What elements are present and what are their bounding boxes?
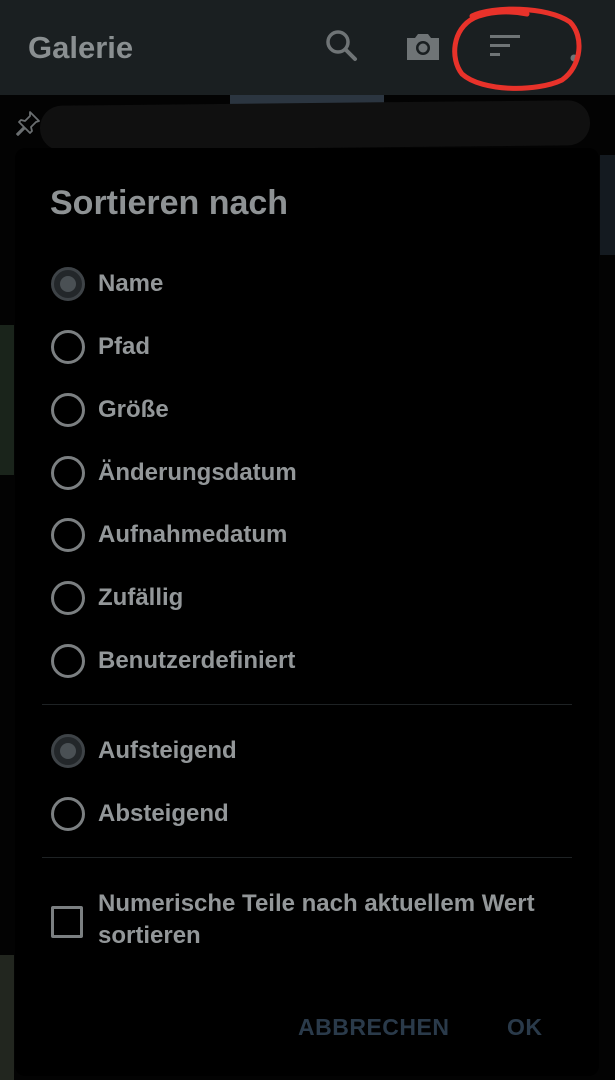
option-label: Aufsteigend xyxy=(98,737,237,764)
option-label: Zufällig xyxy=(98,584,184,611)
thumbnail xyxy=(600,155,615,255)
radio-button[interactable] xyxy=(51,797,85,831)
thumbnail xyxy=(0,955,14,1080)
order-option-descending[interactable]: Absteigend xyxy=(51,794,571,834)
radio-button[interactable] xyxy=(51,393,85,427)
app-title: Galerie xyxy=(28,30,134,65)
sort-option-custom[interactable]: Benutzerdefiniert xyxy=(51,641,571,681)
dialog-title: Sortieren nach xyxy=(50,184,289,222)
option-label: Name xyxy=(98,270,164,297)
divider xyxy=(42,857,572,858)
radio-button[interactable] xyxy=(51,644,85,678)
radio-button[interactable] xyxy=(51,734,85,768)
option-label: Aufnahmedatum xyxy=(98,521,288,548)
more-vert-icon[interactable] xyxy=(566,26,582,66)
ok-button[interactable]: OK xyxy=(507,1014,543,1041)
radio-button[interactable] xyxy=(51,330,85,364)
radio-button[interactable] xyxy=(51,518,85,552)
option-label: Benutzerdefiniert xyxy=(98,647,296,674)
sort-option-modified-date[interactable]: Änderungsdatum xyxy=(51,453,571,493)
option-label: Änderungsdatum xyxy=(98,459,297,486)
sort-option-path[interactable]: Pfad xyxy=(51,327,571,367)
sort-option-size[interactable]: Größe xyxy=(51,390,571,430)
radio-button[interactable] xyxy=(51,456,85,490)
option-label: Größe xyxy=(98,396,169,423)
option-label: Absteigend xyxy=(98,800,229,827)
radio-button[interactable] xyxy=(51,581,85,615)
redaction-scribble xyxy=(39,100,591,151)
sort-option-random[interactable]: Zufällig xyxy=(51,578,571,618)
sort-icon[interactable] xyxy=(486,26,526,66)
cancel-button[interactable]: ABBRECHEN xyxy=(298,1014,449,1041)
order-option-ascending[interactable]: Aufsteigend xyxy=(51,731,571,771)
sort-option-name[interactable]: Name xyxy=(51,264,571,304)
sort-option-taken-date[interactable]: Aufnahmedatum xyxy=(51,515,571,555)
search-icon[interactable] xyxy=(322,26,362,66)
numeric-sort-option[interactable]: Numerische Teile nach aktuellem Wert sor… xyxy=(51,888,581,952)
checkbox[interactable] xyxy=(51,906,83,938)
option-label: Pfad xyxy=(98,333,151,360)
thumbnail xyxy=(0,325,14,475)
camera-icon[interactable] xyxy=(403,26,443,66)
sort-dialog: Sortieren nach Name Pfad Größe Änderungs… xyxy=(15,148,599,1076)
app-bar: Galerie xyxy=(0,0,615,95)
pin-icon xyxy=(16,111,40,136)
radio-button[interactable] xyxy=(51,267,85,301)
checkbox-label: Numerische Teile nach aktuellem Wert sor… xyxy=(98,890,535,949)
divider xyxy=(42,704,572,705)
